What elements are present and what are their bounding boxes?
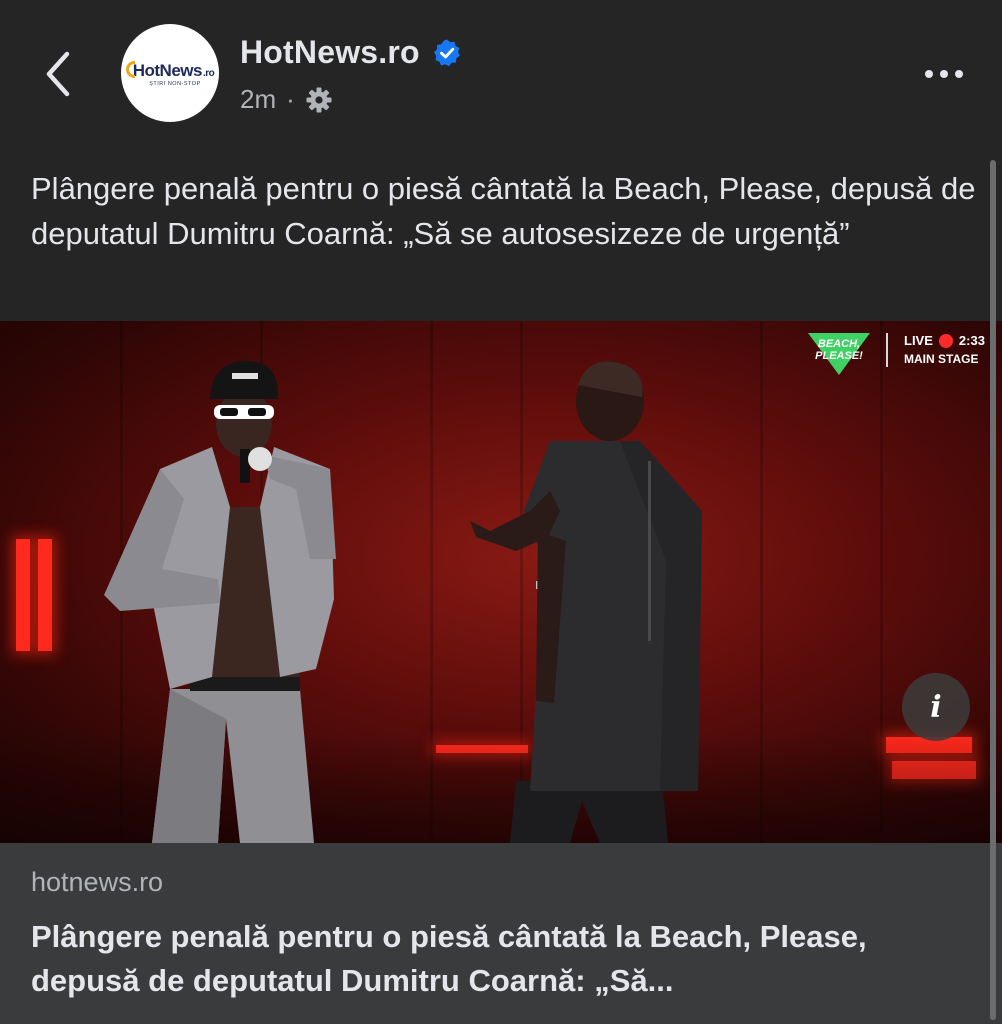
post-meta: 2m · bbox=[240, 84, 333, 115]
chevron-left-icon bbox=[46, 51, 70, 97]
post-text: Plângere penală pentru o piesă cântată l… bbox=[31, 171, 976, 251]
logo-please: PLEASE! bbox=[815, 350, 863, 362]
stage-light bbox=[38, 539, 52, 651]
more-dot bbox=[955, 70, 963, 78]
link-title: Plângere penală pentru o piesă cântată l… bbox=[31, 919, 867, 998]
logo-tagline: ȘTIRI NON-STOP bbox=[149, 81, 201, 87]
more-options-button[interactable] bbox=[916, 56, 972, 92]
logo-suffix: .ro bbox=[202, 68, 215, 79]
verified-badge-icon bbox=[432, 38, 462, 68]
post-timestamp[interactable]: 2m bbox=[240, 84, 276, 115]
link-preview[interactable]: hotnews.ro Plângere penală pentru o pies… bbox=[0, 843, 1002, 1024]
gear-icon[interactable] bbox=[305, 86, 333, 114]
live-dot-icon bbox=[938, 333, 953, 348]
logo-ring-icon bbox=[125, 61, 135, 78]
more-dot bbox=[940, 70, 948, 78]
link-domain: hotnews.ro bbox=[31, 867, 164, 897]
live-label: LIVE bbox=[904, 333, 933, 348]
logo-text: HotNews bbox=[132, 61, 203, 80]
page-name[interactable]: HotNews.ro bbox=[240, 34, 420, 71]
beach-please-logo: BEACH, PLEASE! bbox=[808, 333, 870, 375]
stage-light bbox=[16, 539, 30, 651]
info-button[interactable]: i bbox=[902, 673, 970, 741]
live-time: 2:33 bbox=[958, 333, 985, 348]
hotnews-logo: HotNews .ro bbox=[125, 59, 215, 80]
logo-beach: BEACH, bbox=[818, 338, 860, 350]
page-name-row: HotNews.ro bbox=[240, 34, 462, 71]
post-image[interactable]: BEACH, PLEASE! LIVE 2:33 MAIN STAGE i bbox=[0, 321, 1002, 843]
overlay-divider bbox=[886, 333, 888, 367]
meta-separator: · bbox=[286, 84, 295, 114]
performer-right bbox=[470, 361, 702, 843]
scrollbar[interactable] bbox=[990, 160, 996, 1020]
stage-label: MAIN STAGE bbox=[904, 352, 979, 366]
live-indicator: LIVE 2:33 bbox=[904, 333, 985, 348]
post-header: HotNews .ro ȘTIRI NON-STOP HotNews.ro 2m… bbox=[0, 0, 1002, 150]
performer-left bbox=[104, 361, 336, 843]
info-icon: i bbox=[930, 689, 942, 725]
back-button[interactable] bbox=[30, 46, 86, 102]
more-dot bbox=[925, 70, 933, 78]
page-avatar[interactable]: HotNews .ro ȘTIRI NON-STOP bbox=[121, 24, 219, 122]
